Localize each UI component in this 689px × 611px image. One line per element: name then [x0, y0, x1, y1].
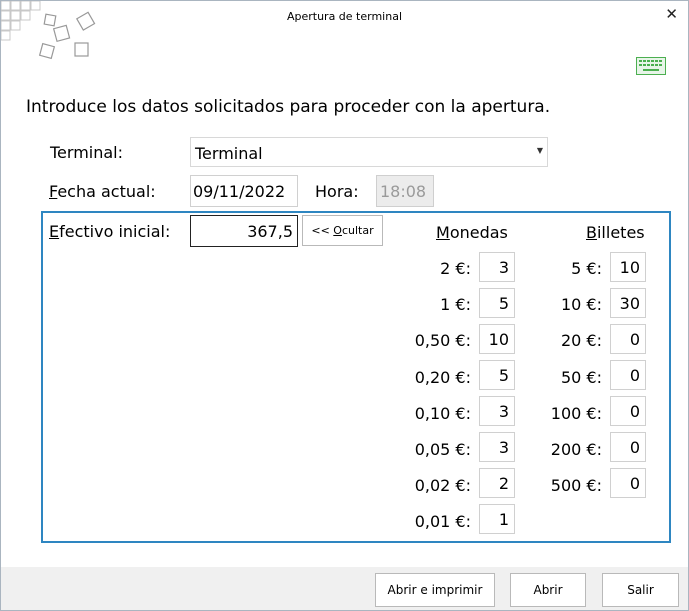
hora-field: 18:08 — [376, 175, 434, 207]
terminal-select[interactable]: Terminal ▼ — [190, 137, 548, 167]
efectivo-label: Efectivo inicial: — [49, 222, 171, 241]
billete-qty-input[interactable]: 30 — [610, 288, 646, 318]
ocultar-button[interactable]: << Ocultar — [302, 215, 383, 246]
intro-text: Introduce los datos solicitados para pro… — [26, 97, 551, 117]
title-bar: Apertura de terminal ✕ — [1, 1, 688, 33]
billetes-header: Billetes — [586, 223, 645, 242]
billete-den: 100 €: — [550, 404, 602, 423]
moneda-den: 1 €: — [440, 295, 471, 314]
dialog-window: Apertura de terminal ✕ Introduce los dat… — [0, 0, 689, 611]
moneda-qty-input[interactable]: 3 — [479, 252, 515, 282]
moneda-den: 0,20 €: — [414, 368, 471, 387]
fecha-label: Fecha actual: — [49, 182, 156, 201]
moneda-qty-input[interactable]: 5 — [479, 360, 515, 390]
billete-qty-input[interactable]: 0 — [610, 360, 646, 390]
efectivo-input[interactable]: 367,5 — [190, 215, 298, 247]
keyboard-icon[interactable] — [636, 57, 666, 75]
abrir-button[interactable]: Abrir — [510, 573, 586, 607]
window-title: Apertura de terminal — [286, 10, 403, 23]
billete-qty-input[interactable]: 0 — [610, 396, 646, 426]
billete-den: 5 €: — [571, 259, 602, 278]
monedas-header: Monedas — [436, 223, 508, 242]
close-icon[interactable]: ✕ — [665, 5, 678, 23]
app-logo-icon — [1, 1, 96, 60]
moneda-den: 0,01 €: — [414, 512, 471, 531]
moneda-qty-input[interactable]: 10 — [479, 324, 515, 354]
fecha-field[interactable]: 09/11/2022 — [190, 175, 298, 207]
moneda-qty-input[interactable]: 3 — [479, 432, 515, 462]
billete-qty-input[interactable]: 0 — [610, 468, 646, 498]
moneda-den: 0,10 €: — [414, 404, 471, 423]
moneda-den: 0,50 €: — [414, 331, 471, 350]
billete-den: 50 €: — [560, 368, 602, 387]
dropdown-arrow-icon[interactable]: ▼ — [537, 146, 543, 155]
billete-den: 500 €: — [550, 476, 602, 495]
billete-qty-input[interactable]: 0 — [610, 432, 646, 462]
terminal-select-value: Terminal — [195, 144, 263, 163]
billete-qty-input[interactable]: 10 — [610, 252, 646, 282]
moneda-qty-input[interactable]: 1 — [479, 504, 515, 534]
billete-den: 10 €: — [560, 295, 602, 314]
moneda-qty-input[interactable]: 5 — [479, 288, 515, 318]
abrir-imprimir-button[interactable]: Abrir e imprimir — [375, 573, 495, 607]
billete-den: 20 €: — [560, 331, 602, 350]
salir-button[interactable]: Salir — [602, 573, 679, 607]
hora-label: Hora: — [315, 182, 359, 201]
billete-den: 200 €: — [550, 440, 602, 459]
moneda-den: 0,02 €: — [414, 476, 471, 495]
moneda-den: 0,05 €: — [414, 440, 471, 459]
billete-qty-input[interactable]: 0 — [610, 324, 646, 354]
terminal-label: Terminal: — [50, 143, 124, 162]
moneda-qty-input[interactable]: 3 — [479, 396, 515, 426]
moneda-den: 2 €: — [440, 259, 471, 278]
moneda-qty-input[interactable]: 2 — [479, 468, 515, 498]
